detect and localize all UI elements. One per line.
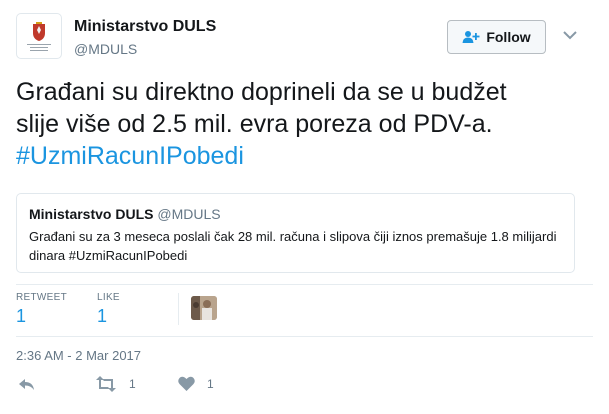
logo-line (30, 46, 48, 48)
retweet-stat-count: 1 (16, 306, 27, 326)
quoted-tweet-body: Građani su za 3 meseca poslali čak 28 mi… (29, 229, 557, 263)
quoted-tweet-header: Ministarstvo DULS @MDULS (29, 206, 221, 222)
retweet-button[interactable]: 1 (95, 376, 136, 392)
follow-user-icon (462, 31, 480, 43)
coat-of-arms-icon (33, 21, 45, 41)
reply-icon (19, 379, 34, 390)
like-button[interactable]: 1 (178, 376, 214, 391)
retweet-stat[interactable]: RETWEET 1 (16, 292, 67, 327)
tweet-text: Građani su direktno doprineli da se u bu… (16, 76, 576, 172)
divider (178, 293, 179, 325)
chevron-down-icon[interactable] (563, 30, 577, 40)
like-stat-count: 1 (97, 306, 108, 326)
logo-line (30, 49, 48, 51)
logo-line (27, 43, 51, 45)
tweet-timestamp[interactable]: 2:36 AM - 2 Mar 2017 (16, 348, 141, 363)
tweet-text-line: slije više od 2.5 mil. evra poreza od PD… (16, 110, 493, 138)
quoted-tweet-name: Ministarstvo DULS (29, 206, 154, 222)
profile-name[interactable]: Ministarstvo DULS (74, 18, 216, 36)
like-stat[interactable]: LIKE 1 (97, 292, 120, 327)
like-stat-label: LIKE (97, 292, 120, 303)
liker-photo-icon (191, 296, 217, 320)
liker-avatar[interactable] (191, 296, 217, 320)
hashtag-link[interactable]: #UzmiRacunIPobedi (16, 140, 576, 172)
heart-icon (178, 376, 195, 391)
divider (16, 336, 593, 337)
profile-handle[interactable]: @MDULS (74, 41, 137, 57)
follow-button[interactable]: Follow (447, 20, 546, 54)
quoted-tweet[interactable]: Ministarstvo DULS @MDULS Građani su za 3… (16, 193, 575, 273)
avatar[interactable] (16, 13, 62, 59)
tweet-text-line: Građani su direktno doprineli da se u bu… (16, 78, 507, 106)
retweet-count: 1 (129, 377, 136, 391)
quoted-tweet-handle: @MDULS (157, 206, 221, 222)
retweet-stat-label: RETWEET (16, 292, 67, 303)
divider (16, 284, 593, 285)
follow-button-label: Follow (486, 29, 531, 45)
like-count: 1 (207, 376, 214, 391)
reply-button[interactable] (18, 376, 36, 392)
retweet-icon (96, 376, 116, 392)
